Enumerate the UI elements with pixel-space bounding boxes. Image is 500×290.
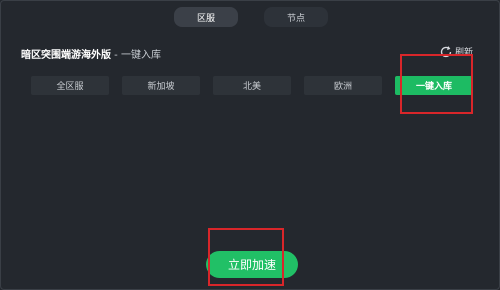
page-title: 暗区突围端游海外版 - 一键入库 — [21, 46, 161, 61]
region-all-servers-button[interactable]: 全区服 — [31, 76, 109, 95]
start-accelerate-button[interactable]: 立即加速 — [206, 251, 298, 278]
region-north-america-button[interactable]: 北美 — [213, 76, 291, 95]
game-name: 暗区突围端游海外版 — [21, 50, 111, 61]
refresh-button[interactable]: 刷新 — [439, 43, 473, 59]
region-europe-button[interactable]: 欧洲 — [304, 76, 382, 95]
region-list: 全区服 新加坡 北美 欧洲 一键入库 — [31, 76, 473, 95]
refresh-label: 刷新 — [455, 47, 474, 58]
one-click-store-button[interactable]: 一键入库 — [395, 76, 473, 95]
region-singapore-button[interactable]: 新加坡 — [122, 76, 200, 95]
tab-bar: 区服 节点 — [174, 7, 328, 27]
window-frame: 区服 节点 暗区突围端游海外版 - 一键入库 刷新 全区服 新加坡 北美 欧洲 … — [0, 0, 500, 290]
page-subtitle: - 一键入库 — [111, 50, 161, 61]
tab-node[interactable]: 节点 — [264, 7, 328, 27]
tab-region[interactable]: 区服 — [174, 7, 238, 27]
refresh-icon — [439, 44, 453, 58]
